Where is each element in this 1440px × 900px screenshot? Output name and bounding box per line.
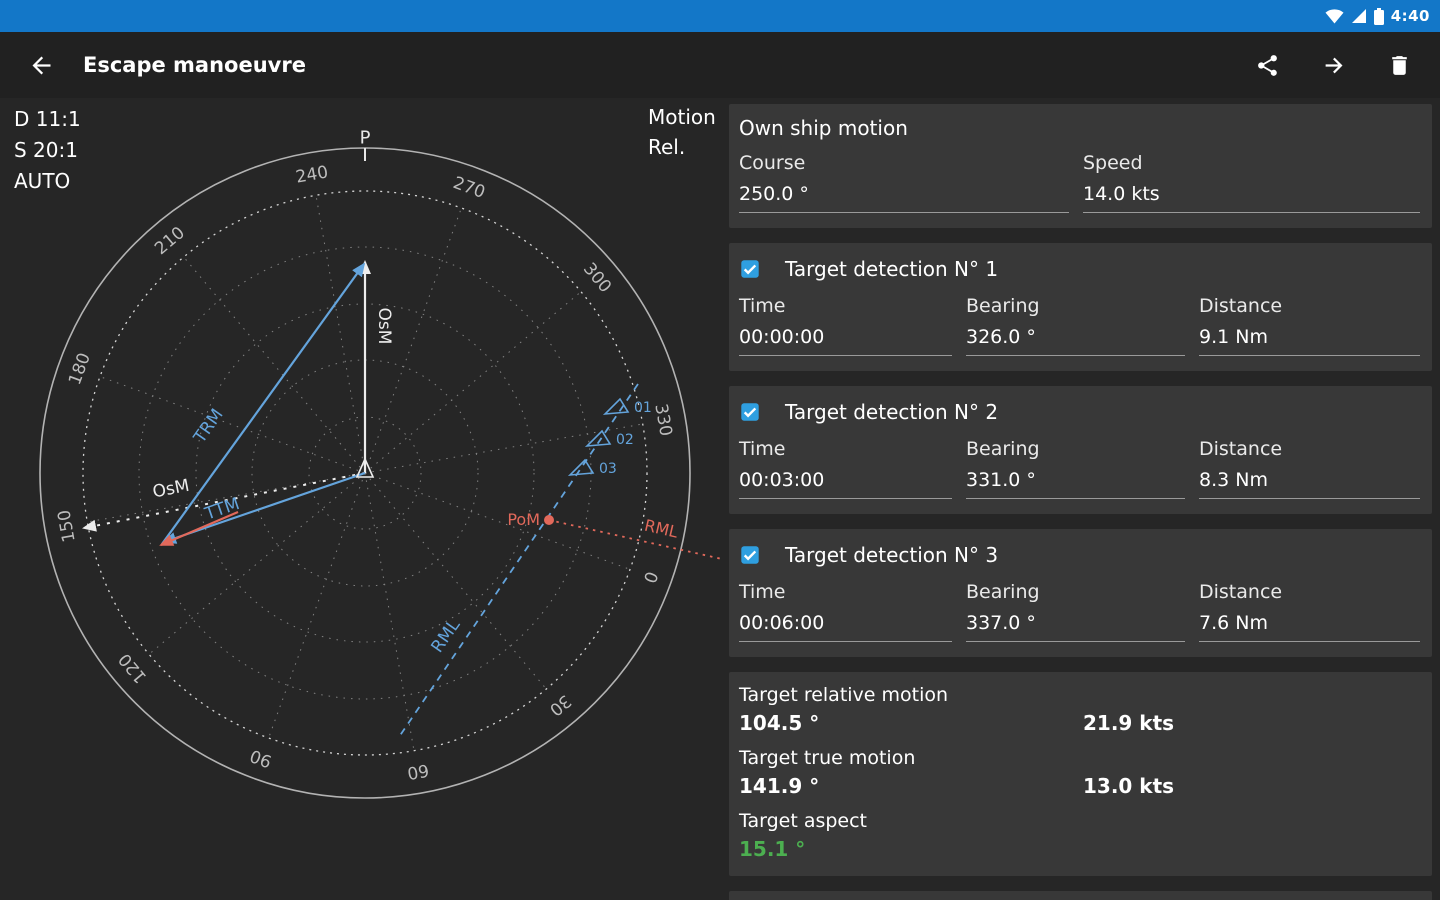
time-label: Time — [739, 438, 786, 460]
main-content: P 240 270 300 330 0 30 60 90 120 150 180… — [0, 98, 1440, 900]
target-3-label: 03 — [599, 461, 617, 477]
course-input[interactable]: 250.0 ° — [739, 183, 1069, 213]
svg-text:120: 120 — [115, 649, 151, 687]
course-label: Course — [739, 152, 806, 174]
time-label: Time — [739, 295, 786, 317]
svg-text:150: 150 — [54, 508, 79, 543]
vector-labels: OsM OsM TRM TTM RML RML PoM 01 02 03 — [151, 308, 680, 657]
relative-course-value: 104.5 ° — [739, 711, 820, 735]
distance-scale: D 11:1 — [14, 107, 81, 131]
share-button[interactable] — [1255, 53, 1280, 78]
target-detection-1-card: Target detection N° 1 Time 00:00:00 Bear… — [729, 243, 1432, 371]
cellular-signal-icon — [1351, 8, 1367, 24]
bearing-3-input[interactable]: 337.0 ° — [966, 612, 1185, 642]
rml-new-line-label: RML — [643, 516, 680, 542]
true-speed-value: 13.0 kts — [1083, 774, 1175, 798]
own-ship-title: Own ship motion — [739, 116, 908, 140]
relative-motion-title: Target relative motion — [739, 684, 949, 706]
target-detection-3-card: Target detection N° 3 Time 00:06:00 Bear… — [729, 529, 1432, 657]
target-symbol-1 — [602, 397, 630, 415]
results-card: Target relative motion 104.5 ° 21.9 kts … — [729, 672, 1432, 876]
motion-mode-value: Rel. — [648, 135, 686, 159]
svg-text:270: 270 — [450, 173, 487, 203]
control-panel: Own ship motion Course 250.0 ° Speed 14.… — [727, 98, 1440, 900]
battery-icon — [1373, 7, 1384, 25]
speed-scale: S 20:1 — [14, 138, 78, 162]
target-3-checkbox[interactable] — [739, 544, 761, 566]
bearing-label: Bearing — [966, 295, 1040, 317]
heading-marker: P — [360, 128, 371, 149]
aspect-value: 15.1 ° — [739, 837, 806, 861]
target-relative-motion-vector — [161, 262, 366, 545]
bearing-label: Bearing — [966, 581, 1040, 603]
time-1-input[interactable]: 00:00:00 — [739, 326, 952, 356]
status-time: 4:40 — [1390, 7, 1430, 25]
speed-input[interactable]: 14.0 kts — [1083, 183, 1420, 213]
relative-speed-value: 21.9 kts — [1083, 711, 1175, 735]
pom-label: PoM — [507, 510, 540, 529]
status-bar: 4:40 — [0, 0, 1440, 32]
osm-new-vector-label: OsM — [151, 476, 191, 503]
target-2-label: 02 — [616, 432, 634, 448]
target-detection-2-card: Target detection N° 2 Time 00:03:00 Bear… — [729, 386, 1432, 514]
detection-3-title: Target detection N° 3 — [785, 543, 999, 567]
distance-label: Distance — [1199, 581, 1283, 603]
time-3-input[interactable]: 00:06:00 — [739, 612, 952, 642]
wifi-icon — [1325, 8, 1344, 24]
rml-line-label: RML — [427, 615, 464, 656]
radar-area: P 240 270 300 330 0 30 60 90 120 150 180… — [0, 98, 727, 900]
aspect-title: Target aspect — [739, 810, 868, 832]
new-relative-motion-line — [548, 519, 723, 560]
time-label: Time — [739, 581, 786, 603]
svg-text:180: 180 — [65, 350, 95, 387]
back-button[interactable] — [28, 52, 55, 79]
svg-text:60: 60 — [406, 759, 431, 782]
speed-label: Speed — [1083, 152, 1143, 174]
delete-button[interactable] — [1387, 53, 1412, 78]
radar-plot[interactable]: P 240 270 300 330 0 30 60 90 120 150 180… — [0, 98, 727, 900]
target-symbol-3 — [567, 458, 595, 476]
svg-text:240: 240 — [294, 162, 329, 187]
own-ship-card: Own ship motion Course 250.0 ° Speed 14.… — [729, 104, 1432, 228]
distance-2-input[interactable]: 8.3 Nm — [1199, 469, 1420, 499]
app-toolbar: Escape manoeuvre — [0, 32, 1440, 98]
svg-text:90: 90 — [247, 745, 274, 771]
motion-mode-toggle[interactable]: Motion Rel. — [648, 102, 716, 162]
detection-2-title: Target detection N° 2 — [785, 400, 999, 424]
target-1-label: 01 — [634, 400, 652, 416]
ttm-vector-label: TTM — [202, 494, 243, 525]
bearing-1-input[interactable]: 326.0 ° — [966, 326, 1185, 356]
detection-1-title: Target detection N° 1 — [785, 257, 999, 281]
bearing-label: Bearing — [966, 438, 1040, 460]
plot-scale-info: D 11:1 S 20:1 AUTO — [14, 104, 81, 197]
distance-label: Distance — [1199, 438, 1283, 460]
distance-1-input[interactable]: 9.1 Nm — [1199, 326, 1420, 356]
point-of-manoeuvre-dot — [544, 515, 554, 525]
true-motion-title: Target true motion — [739, 747, 916, 769]
target-1-checkbox[interactable] — [739, 258, 761, 280]
osm-vector-label: OsM — [374, 308, 394, 345]
svg-text:30: 30 — [545, 690, 574, 719]
true-course-value: 141.9 ° — [739, 774, 820, 798]
screen-title: Escape manoeuvre — [83, 53, 306, 77]
relative-motion-line — [398, 383, 639, 738]
auto-scale-toggle[interactable]: AUTO — [14, 166, 81, 197]
time-2-input[interactable]: 00:03:00 — [739, 469, 952, 499]
svg-text:330: 330 — [650, 402, 675, 437]
manoeuvre-card: Max Os speed Manouvre time — [729, 891, 1432, 900]
svg-text:300: 300 — [579, 259, 615, 297]
svg-text:210: 210 — [151, 223, 189, 259]
svg-text:0: 0 — [639, 568, 661, 585]
bearing-2-input[interactable]: 331.0 ° — [966, 469, 1185, 499]
distance-3-input[interactable]: 7.6 Nm — [1199, 612, 1420, 642]
target-2-checkbox[interactable] — [739, 401, 761, 423]
motion-mode-label: Motion — [648, 105, 716, 129]
distance-label: Distance — [1199, 295, 1283, 317]
next-step-button[interactable] — [1320, 52, 1347, 79]
